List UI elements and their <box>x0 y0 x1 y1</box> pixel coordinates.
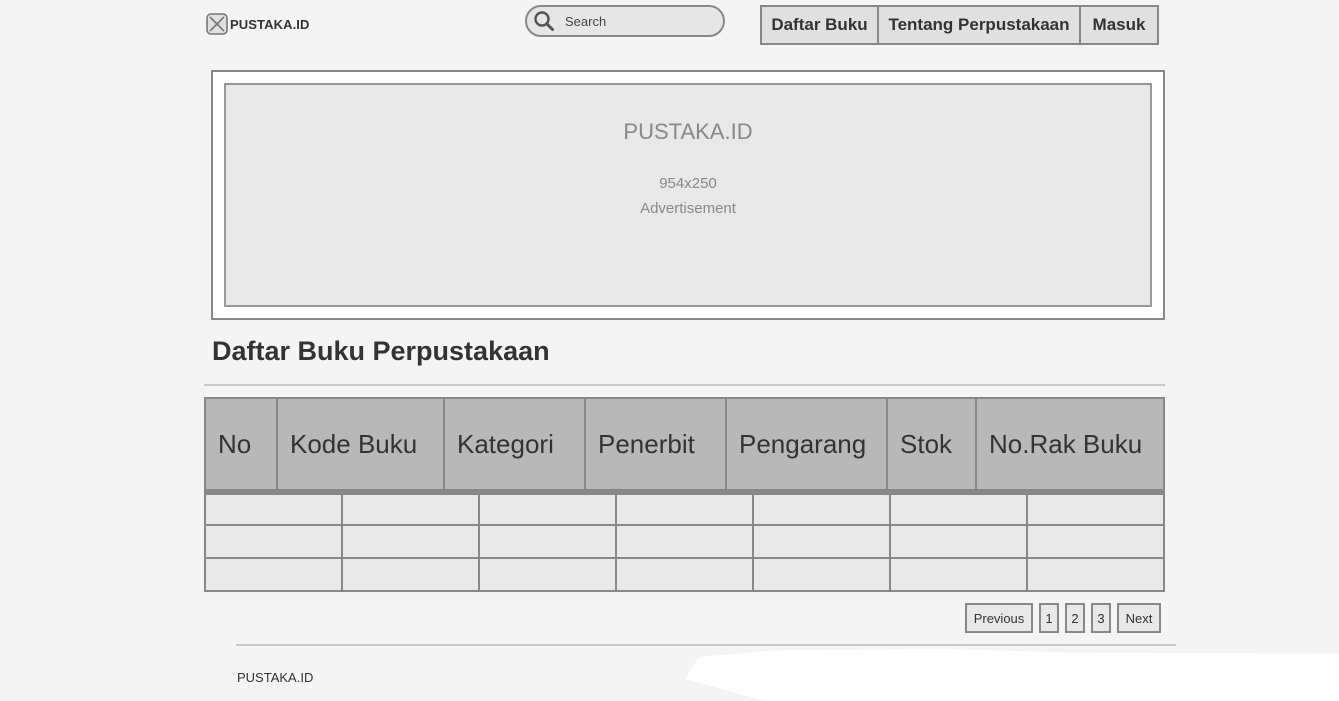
table-row <box>204 524 1165 559</box>
table-cell <box>341 557 480 592</box>
footer-brand: PUSTAKA.ID <box>237 670 314 685</box>
advertisement-title: PUSTAKA.ID <box>623 119 753 144</box>
table-cell <box>615 557 754 592</box>
column-header-kategori: Kategori <box>443 399 584 489</box>
logo-text: PUSTAKA.ID <box>230 16 310 32</box>
page-2-button[interactable]: 2 <box>1065 603 1085 633</box>
table-cell <box>204 524 343 559</box>
table-cell <box>1026 557 1165 592</box>
table-header: No Kode Buku Kategori Penerbit Pengarang… <box>204 397 1165 493</box>
column-header-stok: Stok <box>886 399 975 489</box>
table-cell <box>1026 524 1165 559</box>
column-header-kode-buku: Kode Buku <box>276 399 443 489</box>
column-header-penerbit: Penerbit <box>584 399 725 489</box>
table-cell <box>478 524 617 559</box>
nav-masuk[interactable]: Masuk <box>1079 7 1157 43</box>
table-cell <box>615 524 754 559</box>
image-placeholder-icon <box>206 13 228 35</box>
column-header-pengarang: Pengarang <box>725 399 886 489</box>
nav-tentang-perpustakaan[interactable]: Tentang Perpustakaan <box>877 7 1079 43</box>
title-divider <box>204 384 1165 386</box>
table-row <box>204 493 1165 526</box>
column-header-no-rak-buku: No.Rak Buku <box>975 399 1163 489</box>
table-cell <box>615 493 754 526</box>
table-cell <box>1026 493 1165 526</box>
table-cell <box>889 557 1028 592</box>
nav-daftar-buku[interactable]: Daftar Buku <box>762 7 877 43</box>
pagination: Previous 1 2 3 Next <box>965 603 1161 633</box>
logo[interactable]: PUSTAKA.ID <box>206 13 309 35</box>
page-1-button[interactable]: 1 <box>1039 603 1059 633</box>
table-cell <box>341 493 480 526</box>
page-3-button[interactable]: 3 <box>1091 603 1111 633</box>
table-cell <box>204 557 343 592</box>
table-cell <box>341 524 480 559</box>
table-cell <box>752 493 891 526</box>
page-title: Daftar Buku Perpustakaan <box>212 336 550 366</box>
advertisement-label: Advertisement <box>640 200 736 217</box>
table-cell <box>752 557 891 592</box>
next-page-button[interactable]: Next <box>1117 603 1161 633</box>
table-cell <box>889 493 1028 526</box>
advertisement-banner[interactable]: PUSTAKA.ID 954x250 Advertisement <box>211 70 1165 320</box>
search-input[interactable]: Search <box>525 5 725 37</box>
footer-white-patch <box>685 648 1339 701</box>
table-cell <box>204 493 343 526</box>
search-icon <box>534 11 554 31</box>
advertisement-size: 954x250 <box>659 175 717 192</box>
table-cell <box>478 557 617 592</box>
column-header-no: No <box>218 428 252 459</box>
table-body <box>204 493 1165 592</box>
table-cell <box>752 524 891 559</box>
main-nav: Daftar Buku Tentang Perpustakaan Masuk <box>760 5 1159 45</box>
advertisement-placeholder: PUSTAKA.ID 954x250 Advertisement <box>224 83 1152 307</box>
search-placeholder: Search <box>565 13 607 29</box>
table-cell <box>478 493 617 526</box>
table-row <box>204 557 1165 592</box>
table-cell <box>889 524 1028 559</box>
previous-page-button[interactable]: Previous <box>965 603 1033 633</box>
footer-divider <box>236 644 1176 646</box>
